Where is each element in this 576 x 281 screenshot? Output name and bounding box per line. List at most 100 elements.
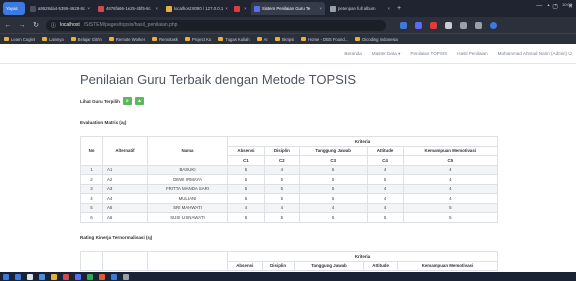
- page-title: Penilaian Guru Terbaik dengan Metode TOP…: [80, 72, 357, 87]
- top-navigation: Beranda Master Data ▾ Penilaian TOPSIS Hasi…: [0, 44, 576, 64]
- close-tab-icon[interactable]: ×: [87, 6, 90, 11]
- close-tab-icon[interactable]: ×: [225, 6, 228, 11]
- taskbar-app-icon[interactable]: [27, 273, 33, 280]
- bookmark-item[interactable]: Belajar Git/In: [70, 36, 102, 42]
- nav-link[interactable]: Beranda: [344, 51, 361, 56]
- browser-tab[interactable]: petenpan full album ×: [327, 2, 393, 15]
- extension-icon[interactable]: [445, 21, 452, 29]
- kriteria-header: Kriteria: [227, 136, 498, 147]
- cell-value: 5: [366, 174, 404, 185]
- criteria-header: Absensi: [227, 145, 265, 156]
- url-input[interactable]: ⓘ localhost /SISTEM/pages/topsis/hasil_p…: [46, 19, 386, 31]
- new-tab-icon[interactable]: +: [395, 5, 403, 12]
- browser-tab[interactable]: localhost:8080 / 127.0.0.1 ×: [163, 2, 229, 15]
- minimize-icon[interactable]: —: [536, 3, 542, 10]
- cell-no: 4: [80, 193, 103, 204]
- bookmark-item[interactable]: Remote Worker: [108, 36, 146, 42]
- forward-icon[interactable]: →: [18, 22, 26, 29]
- browser-tab[interactable]: Sistem Penilaian Guru Te ×: [251, 2, 325, 15]
- cell-alternatif: A4: [102, 193, 148, 204]
- bookmark-label: Belajar Git/In: [77, 36, 102, 42]
- bookmark-item[interactable]: Lainnya: [41, 36, 64, 42]
- browser-tab[interactable]: 4876fa66-1e25-4bf5-8c ×: [95, 2, 161, 15]
- tab-label: a9529da4-5395-4628-8c: [38, 6, 86, 11]
- bookmark-item[interactable]: Skripsi: [274, 37, 294, 42]
- bookmark-item[interactable]: Project Ku: [184, 37, 211, 42]
- criteria-header: Tanggung Jawab: [298, 145, 368, 156]
- col-header-alternatif: Alternatif: [102, 136, 148, 166]
- bookmarks-bar: Learn Coglet Lainnya Belajar Git/In Remote …: [0, 33, 576, 44]
- tab-label: Yayas: [6, 6, 18, 11]
- cell-alternatif: A3: [102, 183, 148, 194]
- folder-icon: [274, 37, 280, 41]
- extension-icon[interactable]: [400, 21, 407, 29]
- cell-value: 4: [263, 164, 300, 175]
- download-icon[interactable]: [475, 21, 482, 29]
- volume-icon[interactable]: ◖: [555, 2, 557, 7]
- print-button[interactable]: ▲: [134, 97, 144, 105]
- close-tab-icon[interactable]: ×: [387, 6, 390, 11]
- bookmark-label: Learn Coglet: [11, 36, 35, 42]
- cell-value: 5: [298, 183, 368, 194]
- taskbar-app-icon[interactable]: [87, 273, 93, 280]
- bookmark-item[interactable]: Learn Coglet: [4, 37, 35, 42]
- cell-value: 5: [227, 164, 265, 175]
- cell-no: 1: [80, 164, 103, 175]
- folder-icon: [70, 37, 76, 41]
- cell-nama: SRI MAHWATI: [147, 202, 228, 213]
- tab-label: petenpan full album: [338, 6, 376, 11]
- back-icon[interactable]: ←: [4, 22, 12, 29]
- bookmark-label: Lainnya: [48, 36, 64, 42]
- extension-icon[interactable]: [430, 21, 437, 29]
- profile-icon[interactable]: [490, 21, 497, 29]
- db-icon: [166, 5, 172, 12]
- taskbar-app-icon[interactable]: [63, 273, 69, 280]
- bookmark-label: Tugas Kuliah: [225, 36, 250, 42]
- bookmark-item[interactable]: Tugas Kuliah: [218, 36, 250, 42]
- cell-alternatif: A6: [102, 212, 148, 223]
- table-row: 5 A5 SRI MAHWATI 4 4 4 4 5: [80, 202, 499, 213]
- browser-tab[interactable]: ×: [231, 2, 249, 15]
- taskbar-app-icon[interactable]: [123, 273, 129, 280]
- bookmark-item[interactable]: Dicoding Indonesia: [355, 37, 398, 42]
- browser-tab[interactable]: Yayas: [3, 2, 25, 15]
- nav-link[interactable]: Muhammad Ahmad Narin (Admin) ⏻: [498, 51, 572, 56]
- taskbar-app-icon[interactable]: [15, 273, 21, 280]
- browser-tab[interactable]: a9529da4-5395-4628-8c ×: [27, 2, 93, 15]
- doc-icon: [30, 5, 36, 12]
- close-tab-icon[interactable]: ×: [319, 6, 322, 11]
- cell-value: 5: [227, 174, 265, 185]
- media-icon: [330, 5, 336, 12]
- nav-link[interactable]: Penilaian TOPSIS: [410, 51, 447, 56]
- reload-icon[interactable]: ↻: [32, 21, 40, 29]
- rating-section-label: Rating Kinerja Ternormalisasi (rᵢⱼ): [80, 235, 153, 240]
- bookmark-label: AI: [263, 36, 268, 42]
- cell-value: 4: [402, 164, 499, 175]
- show-selected-row: Lihat Guru Terpilih ⌕ ▲: [80, 97, 144, 105]
- taskbar-app-icon[interactable]: [39, 273, 45, 280]
- search-button[interactable]: ⌕: [122, 97, 132, 105]
- bookmark-label: Remotask: [159, 36, 178, 42]
- close-tab-icon[interactable]: ×: [155, 6, 158, 11]
- taskbar-app-icon[interactable]: [51, 273, 57, 280]
- bookmark-item[interactable]: Home - DBS Found...: [301, 37, 348, 42]
- wifi-icon[interactable]: ▴: [548, 2, 550, 7]
- start-icon[interactable]: [3, 273, 9, 280]
- info-icon[interactable]: ⓘ: [51, 22, 56, 29]
- bookmark-item[interactable]: Remotask: [152, 37, 178, 42]
- nav-link[interactable]: Master Data ▾: [372, 51, 401, 57]
- taskbar-app-icon[interactable]: [99, 273, 105, 280]
- close-tab-icon[interactable]: ×: [244, 6, 247, 11]
- taskbar-app-icon[interactable]: [75, 273, 81, 280]
- bookmark-label: Remote Worker: [115, 36, 146, 42]
- extension-icon[interactable]: [415, 21, 422, 29]
- tab-label: Sistem Penilaian Guru Te: [262, 6, 311, 11]
- bookmark-item[interactable]: AI: [256, 36, 268, 42]
- taskbar-app-icon[interactable]: [111, 273, 117, 280]
- col-header-nama: [147, 251, 228, 271]
- criteria-header: Attitude: [363, 260, 398, 271]
- nav-link[interactable]: Hasil Penilaian: [457, 51, 487, 56]
- cell-nama: MULIANI: [147, 193, 228, 204]
- system-tray: ▴ ◖ 10:08: [548, 1, 572, 8]
- extension-icon[interactable]: [460, 21, 467, 29]
